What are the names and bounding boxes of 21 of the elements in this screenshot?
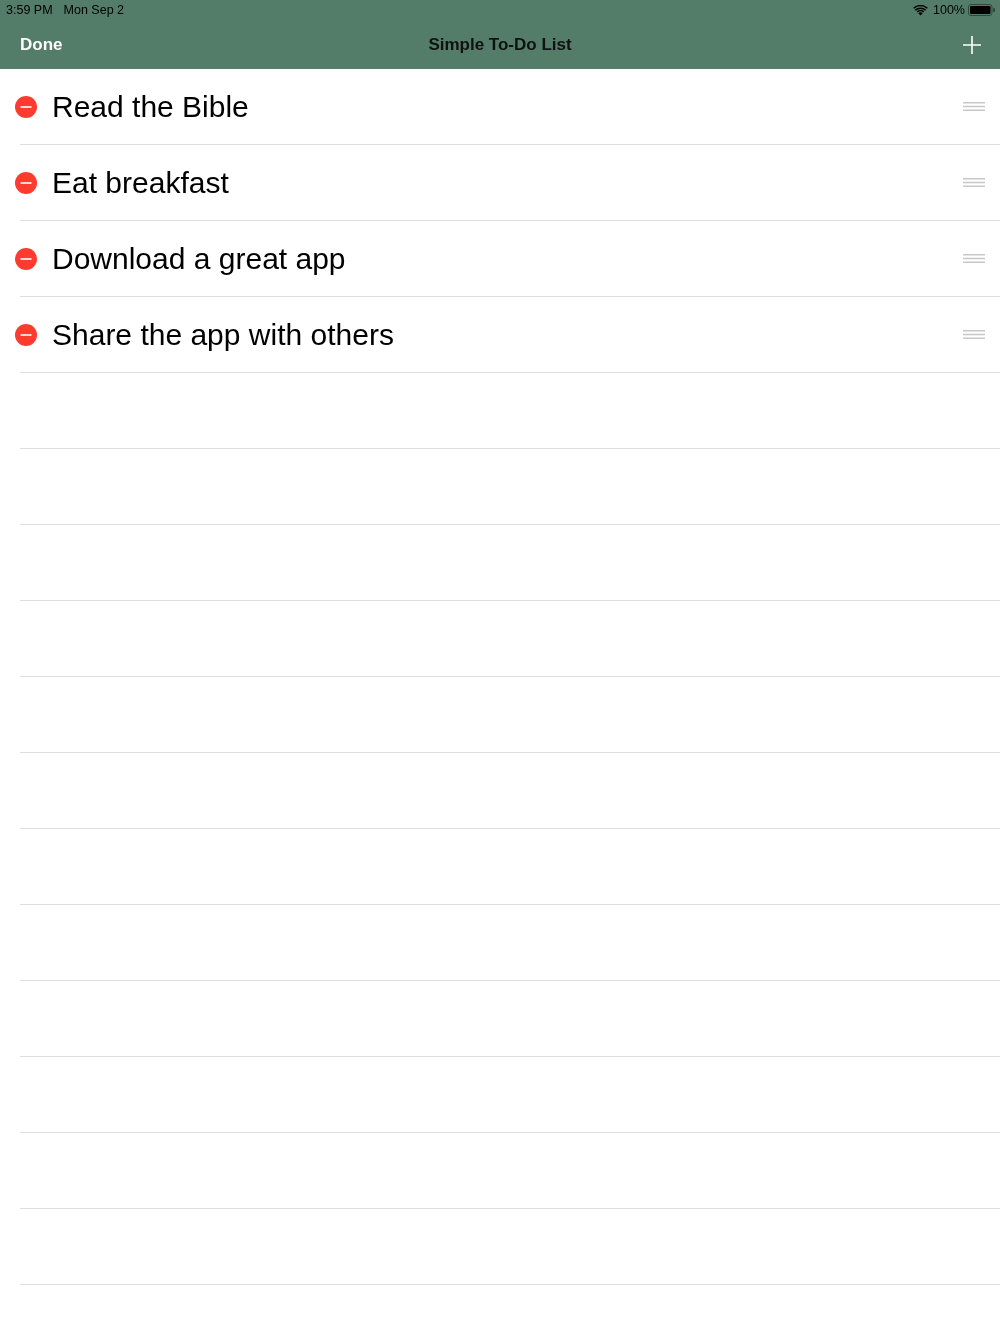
plus-icon	[963, 35, 981, 54]
todo-item-text: Eat breakfast	[52, 164, 229, 201]
battery-percentage: 100%	[933, 3, 965, 17]
todo-item-text: Download a great app	[52, 240, 346, 277]
reorder-handle-icon[interactable]	[963, 102, 985, 111]
delete-icon[interactable]	[15, 247, 37, 270]
done-button[interactable]: Done	[20, 34, 63, 55]
reorder-handle-icon[interactable]	[963, 178, 985, 187]
reorder-handle-icon[interactable]	[963, 330, 985, 339]
delete-icon[interactable]	[15, 171, 37, 194]
wifi-icon	[913, 4, 928, 16]
delete-icon[interactable]	[15, 95, 37, 118]
reorder-handle-icon[interactable]	[963, 254, 985, 263]
status-time: 3:59 PM	[6, 3, 53, 17]
todo-item-text: Read the Bible	[52, 88, 249, 125]
battery-icon	[968, 4, 995, 16]
delete-icon[interactable]	[15, 323, 37, 346]
nav-title: Simple To-Do List	[428, 34, 572, 55]
status-date: Mon Sep 2	[63, 3, 125, 17]
add-button[interactable]	[963, 35, 981, 54]
todo-item-text: Share the app with others	[52, 316, 394, 353]
